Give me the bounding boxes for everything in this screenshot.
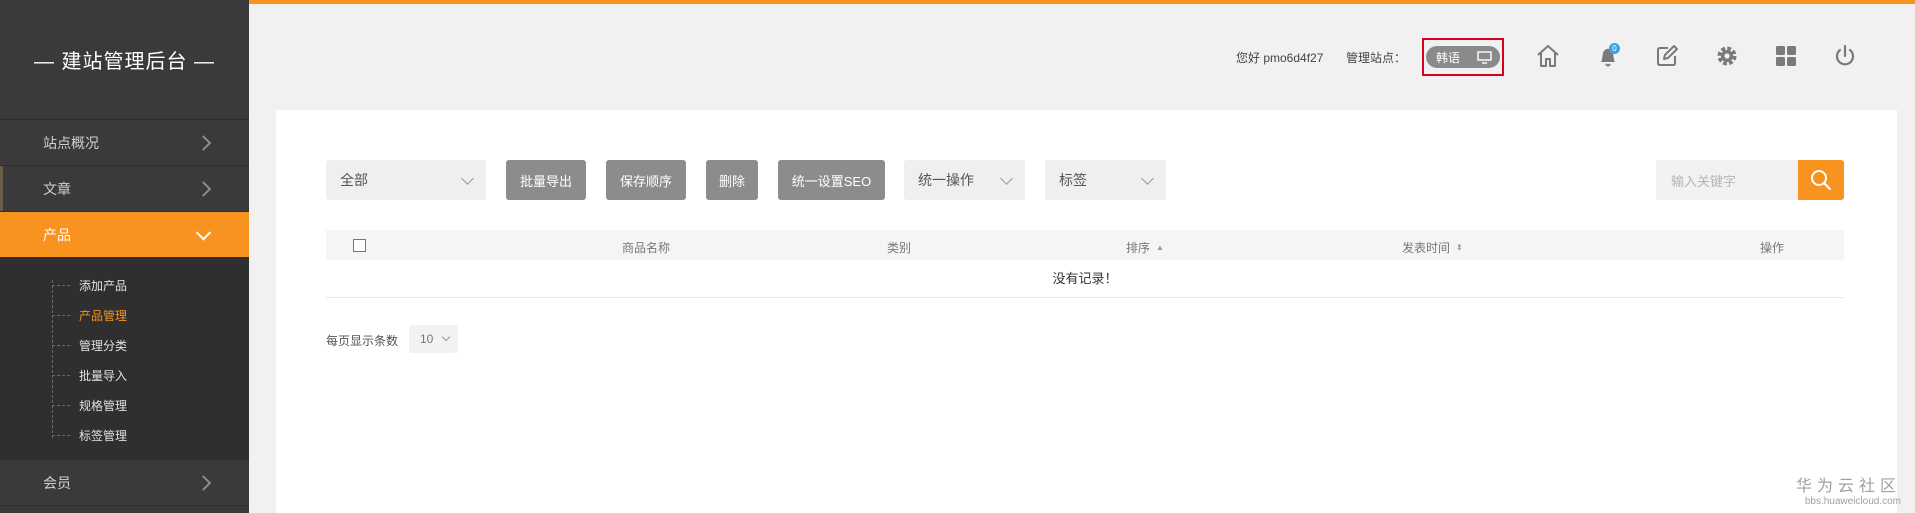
chevron-right-icon xyxy=(195,134,212,151)
chevron-down-icon xyxy=(441,332,451,342)
column-product-name: 商品名称 xyxy=(622,241,671,255)
column-actions: 操作 xyxy=(1760,241,1785,255)
column-category: 类别 xyxy=(887,241,912,255)
sort-asc-icon: ▲ xyxy=(1156,243,1164,252)
filter-select[interactable]: 全部 xyxy=(326,160,486,200)
sidebar-item-members[interactable]: 会员 xyxy=(0,460,249,506)
subnav-tag-management[interactable]: 标签管理 xyxy=(0,420,249,450)
table-header: 商品名称 类别 排序 ▲ 发表时间 ⬍ 操作 xyxy=(326,230,1844,260)
home-icon[interactable] xyxy=(1532,40,1564,72)
sidebar-item-label: 会员 xyxy=(43,474,71,491)
column-publish-time-label: 发表时间 xyxy=(1402,241,1451,255)
search-icon xyxy=(1811,170,1832,191)
top-accent-bar xyxy=(249,0,1915,4)
notification-badge: 0 xyxy=(1609,43,1620,54)
product-subnav: 添加产品 产品管理 管理分类 批量导入 规格管理 标签管理 xyxy=(0,258,249,460)
chevron-right-icon xyxy=(195,180,212,197)
power-icon[interactable] xyxy=(1829,40,1861,72)
sidebar-item-label: 文章 xyxy=(43,180,71,197)
sidebar-item-articles[interactable]: 文章 xyxy=(0,166,249,212)
site-switcher[interactable]: 韩语 xyxy=(1426,46,1500,68)
site-label: 管理站点： xyxy=(1346,51,1407,65)
edit-icon[interactable] xyxy=(1651,40,1683,72)
chevron-down-icon xyxy=(1141,172,1154,185)
chevron-down-icon xyxy=(461,172,474,185)
batch-ops-select[interactable]: 统一操作 xyxy=(904,160,1025,200)
tag-select[interactable]: 标签 xyxy=(1045,160,1166,200)
column-publish-time[interactable]: 发表时间 ⬍ xyxy=(1402,239,1463,256)
page-size-label: 每页显示条数 xyxy=(326,334,399,348)
subnav-add-product[interactable]: 添加产品 xyxy=(0,270,249,300)
set-seo-button[interactable]: 统一设置SEO xyxy=(778,160,885,200)
subnav-batch-import[interactable]: 批量导入 xyxy=(0,360,249,390)
sidebar: — 建站管理后台 — 站点概况 文章 产品 添加产品 产品管理 管理分类 批量导… xyxy=(0,0,249,513)
sidebar-item-label: 产品 xyxy=(43,226,71,243)
chevron-down-icon xyxy=(195,224,212,241)
subnav-spec-management[interactable]: 规格管理 xyxy=(0,390,249,420)
search-button[interactable] xyxy=(1798,160,1844,200)
site-switcher-highlight: 韩语 xyxy=(1422,38,1504,76)
page-size-select[interactable]: 10 xyxy=(409,325,458,353)
page-size-value: 10 xyxy=(420,332,434,346)
brand-title: — 建站管理后台 — xyxy=(0,0,249,120)
chevron-right-icon xyxy=(195,474,212,491)
subnav-product-management[interactable]: 产品管理 xyxy=(0,300,249,330)
select-all-checkbox[interactable] xyxy=(353,239,366,252)
batch-ops-value: 统一操作 xyxy=(918,172,974,188)
grid-icon[interactable] xyxy=(1770,40,1802,72)
delete-button[interactable]: 删除 xyxy=(706,160,758,200)
sidebar-item-products[interactable]: 产品 xyxy=(0,212,249,258)
site-value: 韩语 xyxy=(1436,50,1461,65)
gear-icon[interactable] xyxy=(1711,40,1743,72)
search-input[interactable]: 输入关键字 xyxy=(1656,160,1798,200)
empty-table-message: 没有记录！ xyxy=(326,260,1844,298)
subnav-manage-categories[interactable]: 管理分类 xyxy=(0,330,249,360)
watermark: 华为云社区 bbs.huaweicloud.com xyxy=(1796,472,1901,507)
save-order-button[interactable]: 保存顺序 xyxy=(606,160,686,200)
watermark-line2: bbs.huaweicloud.com xyxy=(1804,496,1901,507)
user-greeting: 您好 pmo6d4f27 xyxy=(1236,51,1324,65)
monitor-icon xyxy=(1477,50,1492,64)
sidebar-item-label: 站点概况 xyxy=(43,134,99,151)
sort-both-icon: ⬍ xyxy=(1456,243,1463,252)
column-sort-label: 排序 xyxy=(1126,241,1151,255)
column-sort[interactable]: 排序 ▲ xyxy=(1126,239,1164,256)
tag-value: 标签 xyxy=(1059,172,1087,188)
main-panel: 全部 批量导出 保存顺序 删除 统一设置SEO 统一操作 标签 输入关键字 商品… xyxy=(276,110,1897,513)
bell-icon[interactable]: 0 xyxy=(1592,40,1624,72)
filter-value: 全部 xyxy=(340,172,368,188)
batch-export-button[interactable]: 批量导出 xyxy=(506,160,586,200)
watermark-line1: 华为云社区 xyxy=(1795,478,1901,495)
chevron-down-icon xyxy=(1000,172,1013,185)
sidebar-item-overview[interactable]: 站点概况 xyxy=(0,120,249,166)
